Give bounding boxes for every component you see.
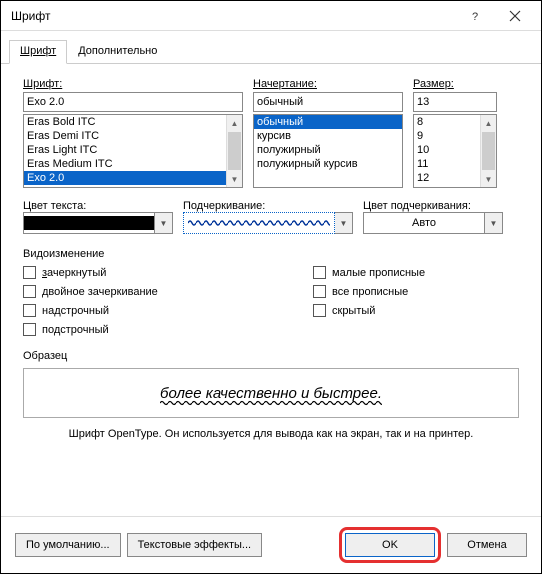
list-item[interactable]: полужирный xyxy=(254,143,402,157)
list-item[interactable]: 11 xyxy=(414,157,480,171)
scrollbar[interactable]: ▲ ▼ xyxy=(226,115,242,187)
size-label: Размер: xyxy=(413,78,497,90)
list-item[interactable]: 10 xyxy=(414,143,480,157)
textcolor-label: Цвет текста: xyxy=(23,200,173,212)
checkbox-icon xyxy=(23,266,36,279)
list-item[interactable]: обычный xyxy=(254,115,402,129)
list-item[interactable]: полужирный курсив xyxy=(254,157,402,171)
sample-preview: более качественно и быстрее. xyxy=(23,368,519,418)
font-listbox[interactable]: Eras Bold ITC Eras Demi ITC Eras Light I… xyxy=(23,114,243,188)
close-button[interactable] xyxy=(495,3,535,29)
list-item[interactable]: Eras Bold ITC xyxy=(24,115,226,129)
wavy-underline-icon xyxy=(188,218,330,228)
list-item[interactable]: 12 xyxy=(414,171,480,185)
textcolor-combo[interactable]: ▼ xyxy=(23,212,173,234)
ulcolor-label: Цвет подчеркивания: xyxy=(363,200,503,212)
sample-text: более качественно и быстрее. xyxy=(160,385,382,402)
checkbox-icon xyxy=(23,323,36,336)
scroll-thumb[interactable] xyxy=(482,132,495,170)
checkbox-icon xyxy=(313,266,326,279)
checkbox-icon xyxy=(313,304,326,317)
texteffects-button[interactable]: Текстовые эффекты... xyxy=(127,533,263,557)
underline-label: Подчеркивание: xyxy=(183,200,353,212)
check-superscript[interactable]: надстрочный xyxy=(23,304,313,317)
style-listbox[interactable]: обычный курсив полужирный полужирный кур… xyxy=(253,114,403,188)
list-item[interactable]: Eras Demi ITC xyxy=(24,129,226,143)
ok-button[interactable]: OK xyxy=(345,533,435,557)
help-button[interactable]: ? xyxy=(455,3,495,29)
font-dialog: Шрифт ? Шрифт Дополнительно Шрифт: Eras … xyxy=(0,0,542,574)
tab-font[interactable]: Шрифт xyxy=(9,40,67,64)
chevron-down-icon[interactable]: ▼ xyxy=(335,212,353,234)
scroll-thumb[interactable] xyxy=(228,132,241,170)
list-item[interactable]: Eras Light ITC xyxy=(24,143,226,157)
window-title: Шрифт xyxy=(11,9,455,23)
scroll-up-icon[interactable]: ▲ xyxy=(227,115,242,131)
list-item[interactable]: 9 xyxy=(414,129,480,143)
check-strike[interactable]: зачеркнутый xyxy=(23,266,313,279)
ulcolor-combo[interactable]: Авто ▼ xyxy=(363,212,503,234)
size-input[interactable] xyxy=(413,92,497,112)
ok-highlight: OK xyxy=(339,527,441,563)
titlebar: Шрифт ? xyxy=(1,1,541,31)
effects-label: Видоизменение xyxy=(23,248,519,260)
checkbox-icon xyxy=(23,304,36,317)
footer: По умолчанию... Текстовые эффекты... OK … xyxy=(1,516,541,573)
font-label: Шрифт: xyxy=(23,78,243,90)
list-item[interactable]: Eras Medium ITC xyxy=(24,157,226,171)
sample-label: Образец xyxy=(23,350,519,362)
scroll-up-icon[interactable]: ▲ xyxy=(481,115,496,131)
checkbox-icon xyxy=(313,285,326,298)
chevron-down-icon[interactable]: ▼ xyxy=(485,212,503,234)
tab-advanced[interactable]: Дополнительно xyxy=(67,40,168,64)
content-area: Шрифт: Eras Bold ITC Eras Demi ITC Eras … xyxy=(1,64,541,516)
font-input[interactable] xyxy=(23,92,243,112)
size-listbox[interactable]: 8 9 10 11 12 ▲ ▼ xyxy=(413,114,497,188)
svg-text:?: ? xyxy=(472,11,478,22)
check-allcaps[interactable]: все прописные xyxy=(313,285,425,298)
scrollbar[interactable]: ▲ ▼ xyxy=(480,115,496,187)
font-note: Шрифт OpenType. Он используется для выво… xyxy=(23,428,519,440)
default-button[interactable]: По умолчанию... xyxy=(15,533,121,557)
list-item[interactable]: 8 xyxy=(414,115,480,129)
check-hidden[interactable]: скрытый xyxy=(313,304,425,317)
check-smallcaps[interactable]: малые прописные xyxy=(313,266,425,279)
style-label: Начертание: xyxy=(253,78,403,90)
underline-combo[interactable]: ▼ xyxy=(183,212,353,234)
scroll-down-icon[interactable]: ▼ xyxy=(481,171,496,187)
color-chip xyxy=(24,216,154,230)
list-item[interactable]: курсив xyxy=(254,129,402,143)
check-subscript[interactable]: подстрочный xyxy=(23,323,313,336)
tab-strip: Шрифт Дополнительно xyxy=(1,31,541,64)
check-dstrike[interactable]: двойное зачеркивание xyxy=(23,285,313,298)
cancel-button[interactable]: Отмена xyxy=(447,533,527,557)
scroll-down-icon[interactable]: ▼ xyxy=(227,171,242,187)
chevron-down-icon[interactable]: ▼ xyxy=(155,212,173,234)
checkbox-icon xyxy=(23,285,36,298)
style-input[interactable] xyxy=(253,92,403,112)
list-item[interactable]: Exo 2.0 xyxy=(24,171,226,185)
